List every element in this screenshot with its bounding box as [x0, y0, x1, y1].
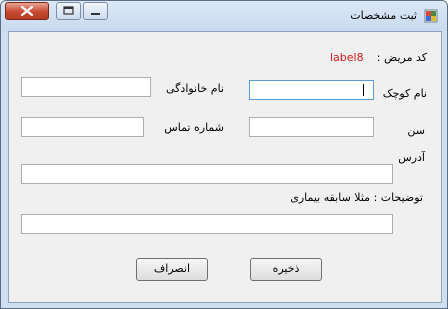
age-input[interactable]: [249, 117, 374, 137]
window-title: ثبت مشخصات: [350, 9, 417, 22]
title-bar[interactable]: ثبت مشخصات: [1, 1, 447, 31]
minimize-button[interactable]: [83, 2, 108, 20]
patient-code-label: کد مریض :: [376, 51, 427, 64]
phone-label: شماره تماس: [164, 121, 224, 134]
window: ثبت مشخصات کد مریض : label8 نام کوچک نام…: [0, 0, 448, 309]
age-label: سن: [407, 124, 425, 137]
notes-label: توضیحات : مثلا سابقه بیماری: [290, 191, 423, 204]
last-name-input[interactable]: [21, 77, 151, 97]
form-client-area: کد مریض : label8 نام کوچک نام خانوادگی س…: [8, 31, 442, 303]
patient-code-value: label8: [330, 51, 364, 64]
first-name-label: نام کوچک: [382, 87, 427, 100]
minimize-icon: [91, 13, 100, 15]
address-label: آدرس: [398, 151, 425, 164]
first-name-input[interactable]: [249, 80, 374, 100]
address-input[interactable]: [21, 164, 393, 184]
save-button[interactable]: ذخیره: [250, 258, 322, 281]
notes-input[interactable]: [21, 214, 393, 234]
close-icon: [20, 5, 34, 17]
app-icon: [424, 9, 438, 23]
cancel-button[interactable]: انصراف: [136, 258, 208, 281]
maximize-icon: [63, 6, 74, 15]
last-name-label: نام خانوادگی: [166, 82, 224, 95]
close-button[interactable]: [5, 2, 49, 20]
phone-input[interactable]: [21, 117, 144, 137]
text-caret: [363, 84, 364, 96]
maximize-button[interactable]: [56, 2, 81, 20]
